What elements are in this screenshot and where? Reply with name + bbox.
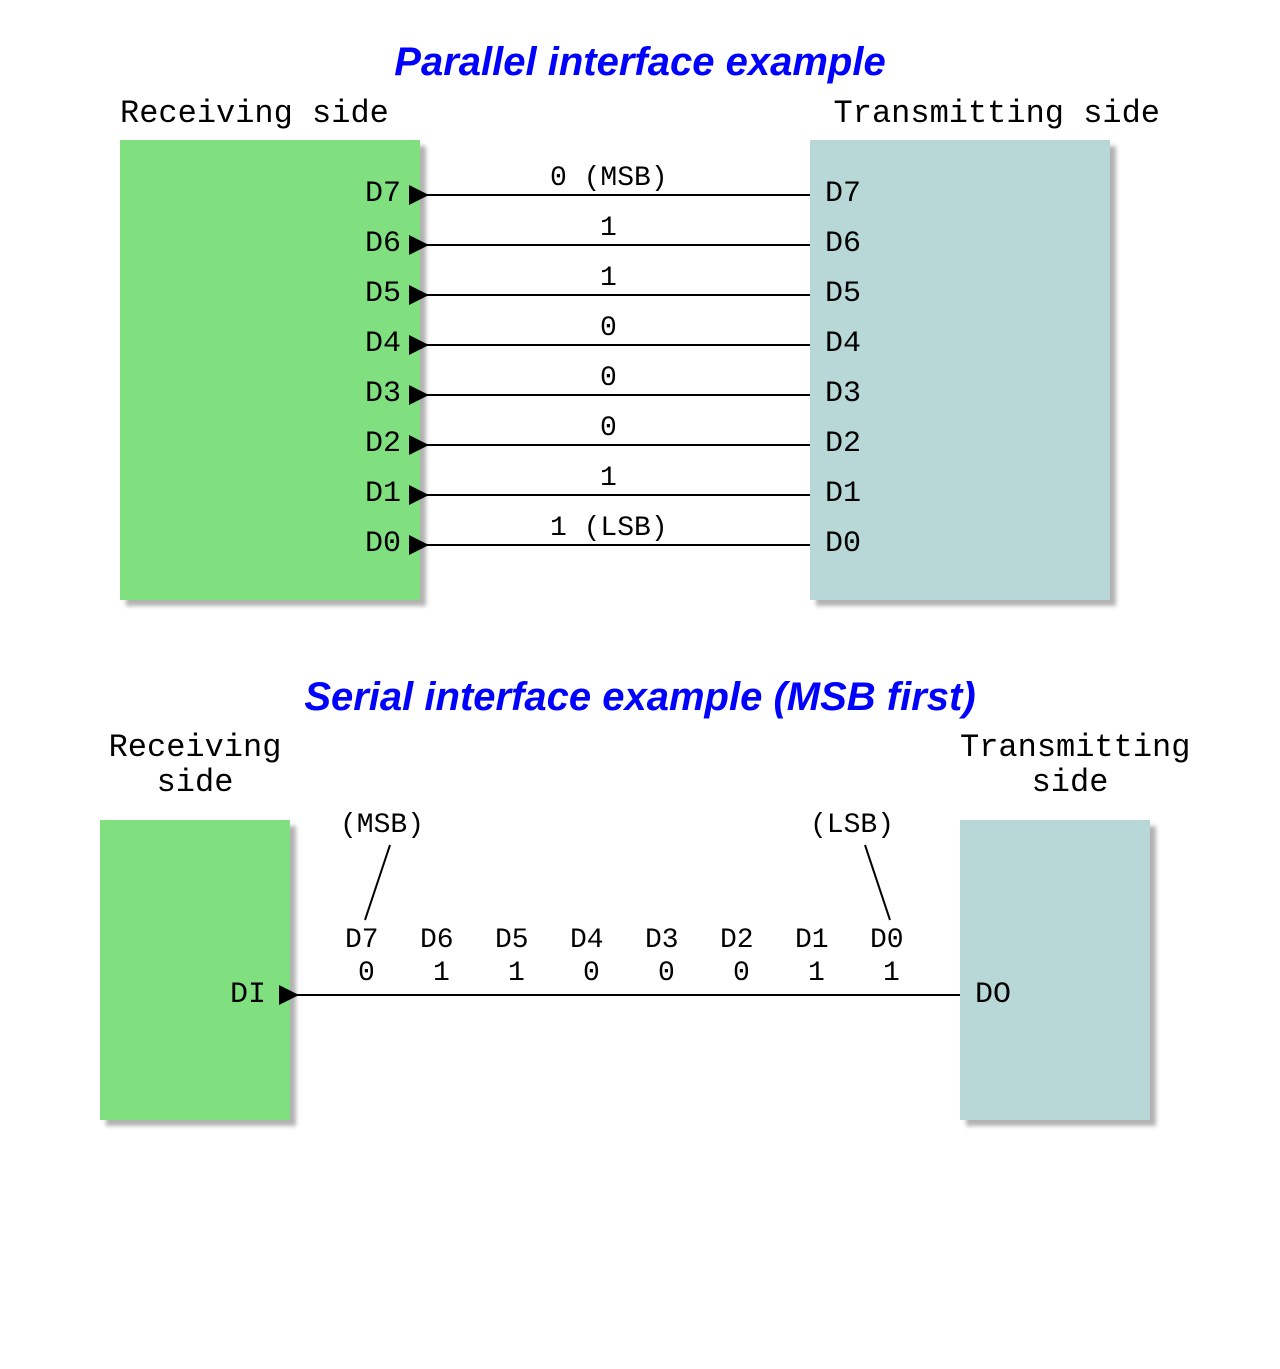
bitval-7: 1 [883,958,900,989]
tx-pin-d1: D1 [825,477,861,511]
tx-pin-d7: D7 [825,177,861,211]
signal-d2: 0 [600,413,617,444]
rx-pin-d5: D5 [365,277,401,311]
rx-pin-d6: D6 [365,227,401,261]
tx-pin-d3: D3 [825,377,861,411]
signal-d5: 1 [600,263,617,294]
bitval-1: 1 [433,958,450,989]
bitval-3: 0 [583,958,600,989]
signal-d0: 1 (LSB) [550,513,668,544]
bitlabel-d2: D2 [720,925,754,956]
signal-d1: 1 [600,463,617,494]
tx-pin-d2: D2 [825,427,861,461]
bitlabel-d0: D0 [870,925,904,956]
rx-pin-d3: D3 [365,377,401,411]
parallel-title: Parallel interface example [90,40,1190,85]
parallel-section: Receiving side Transmitting side D7 D6 D… [90,95,1190,615]
serial-title: Serial interface example (MSB first) [90,675,1190,720]
bitlabel-d4: D4 [570,925,604,956]
rx-pin-d1: D1 [365,477,401,511]
serial-rx-pin: DI [230,978,266,1012]
tx-pin-d6: D6 [825,227,861,261]
signal-d7: 0 (MSB) [550,163,668,194]
signal-d6: 1 [600,213,617,244]
bitlabel-d5: D5 [495,925,529,956]
signal-d3: 0 [600,363,617,394]
bitval-4: 0 [658,958,675,989]
tx-pin-d5: D5 [825,277,861,311]
serial-section: Receivingside Transmittingside (MSB) (LS… [90,730,1190,1170]
serial-tx-pin: DO [975,978,1011,1012]
bitval-0: 0 [358,958,375,989]
tx-pin-d4: D4 [825,327,861,361]
bitlabel-d3: D3 [645,925,679,956]
rx-pin-d2: D2 [365,427,401,461]
rx-pin-d0: D0 [365,527,401,561]
bitval-5: 0 [733,958,750,989]
rx-pin-d7: D7 [365,177,401,211]
bitval-2: 1 [508,958,525,989]
bitlabel-d1: D1 [795,925,829,956]
bitlabel-d6: D6 [420,925,454,956]
tx-pin-d0: D0 [825,527,861,561]
signal-d4: 0 [600,313,617,344]
bitlabel-d7: D7 [345,925,379,956]
bitval-6: 1 [808,958,825,989]
serial-svg [90,730,1190,1170]
rx-pin-d4: D4 [365,327,401,361]
